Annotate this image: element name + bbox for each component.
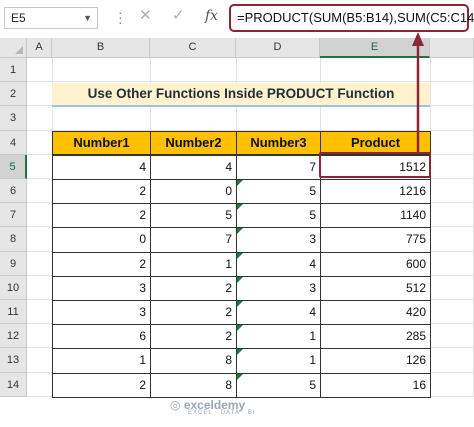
table-cell[interactable]: 3	[236, 227, 321, 253]
row-header-12[interactable]: 12	[0, 324, 27, 349]
table-cell[interactable]: 512	[320, 275, 431, 301]
formula-bar: E5 ▼ · · · ✕ ✓ fx =PRODUCT(SUM(B5:B14),SUM…	[0, 0, 474, 38]
table-cell[interactable]: 5	[150, 203, 237, 229]
drag-handle-icon[interactable]: · · ·	[118, 5, 123, 29]
table-cell[interactable]: 4	[52, 154, 151, 180]
sheet-title[interactable]: Use Other Functions Inside PRODUCT Funct…	[52, 83, 430, 107]
enter-check-icon[interactable]: ✓	[172, 6, 185, 24]
table-cell[interactable]: 2	[150, 300, 237, 326]
watermark-tagline: EXCEL · DATA · BI	[188, 410, 256, 416]
table-cell[interactable]: 2	[52, 372, 151, 398]
row-header-3[interactable]: 3	[0, 106, 27, 131]
name-box[interactable]: E5 ▼	[4, 7, 98, 29]
table-cell[interactable]: 1	[236, 348, 321, 374]
table-cell[interactable]: 5	[236, 372, 321, 398]
table-cell[interactable]: 0	[150, 179, 237, 205]
table-cell[interactable]: 8	[150, 372, 237, 398]
row-header-10[interactable]: 10	[0, 275, 27, 300]
table-cell[interactable]: 2	[52, 203, 151, 229]
chevron-down-icon[interactable]: ▼	[83, 8, 92, 28]
arrow-annotation	[412, 32, 424, 152]
table-cell[interactable]: 3	[236, 275, 321, 301]
table-cell[interactable]: 4	[236, 300, 321, 326]
table-cell[interactable]: 600	[320, 251, 431, 277]
table-cell[interactable]: 1	[150, 251, 237, 277]
table-cell[interactable]: 0	[52, 227, 151, 253]
selected-cell-e5[interactable]	[319, 152, 431, 178]
table-header-cell[interactable]: Number3	[236, 131, 321, 156]
watermark-logo-icon: ◎	[170, 398, 181, 412]
row-header-1[interactable]: 1	[0, 58, 27, 83]
table-cell[interactable]: 7	[150, 227, 237, 253]
watermark: ◎ exceldemy EXCEL · DATA · BI	[170, 398, 256, 416]
table-header-cell[interactable]: Number1	[52, 131, 151, 156]
select-all-corner[interactable]	[0, 38, 27, 58]
table-cell[interactable]: 5	[236, 179, 321, 205]
table-cell[interactable]: 1140	[320, 203, 431, 229]
column-header-d[interactable]: D	[236, 38, 320, 58]
table-header-cell[interactable]: Number2	[150, 131, 237, 156]
table-cell[interactable]: 4	[236, 251, 321, 277]
row-header-8[interactable]: 8	[0, 227, 27, 252]
table-cell[interactable]: 2	[52, 251, 151, 277]
table-cell[interactable]: 4	[150, 154, 237, 180]
cancel-icon[interactable]: ✕	[139, 6, 152, 24]
table-cell[interactable]: 3	[52, 275, 151, 301]
row-header-14[interactable]: 14	[0, 372, 27, 397]
table-cell[interactable]: 2	[150, 275, 237, 301]
row-header-6[interactable]: 6	[0, 179, 27, 204]
table-cell[interactable]: 2	[150, 324, 237, 350]
column-header-b[interactable]: B	[52, 38, 150, 58]
table-cell[interactable]: 775	[320, 227, 431, 253]
column-header-c[interactable]: C	[150, 38, 236, 58]
table-cell[interactable]: 1216	[320, 179, 431, 205]
table-cell[interactable]: 1	[236, 324, 321, 350]
table-cell[interactable]: 8	[150, 348, 237, 374]
row-header-13[interactable]: 13	[0, 348, 27, 373]
row-header-2[interactable]: 2	[0, 82, 27, 107]
row-header-11[interactable]: 11	[0, 300, 27, 325]
column-header-a[interactable]: A	[27, 38, 52, 58]
table-cell[interactable]: 285	[320, 324, 431, 350]
formula-input[interactable]: =PRODUCT(SUM(B5:B14),SUM(C5:C14))	[229, 4, 474, 32]
row-header-4[interactable]: 4	[0, 130, 27, 155]
table-cell[interactable]: 2	[52, 179, 151, 205]
row-header-9[interactable]: 9	[0, 251, 27, 276]
table-cell[interactable]: 1	[52, 348, 151, 374]
table-cell[interactable]: 420	[320, 300, 431, 326]
table-cell[interactable]: 16	[320, 372, 431, 398]
row-header-5[interactable]: 5	[0, 154, 27, 179]
table-cell[interactable]: 6	[52, 324, 151, 350]
row-header-7[interactable]: 7	[0, 203, 27, 228]
table-cell[interactable]: 3	[52, 300, 151, 326]
column-header-f[interactable]	[430, 38, 474, 58]
table-cell[interactable]: 7	[236, 154, 321, 180]
table-cell[interactable]: 5	[236, 203, 321, 229]
name-box-value: E5	[11, 11, 26, 25]
insert-function-icon[interactable]: fx	[205, 8, 218, 24]
table-cell[interactable]: 126	[320, 348, 431, 374]
